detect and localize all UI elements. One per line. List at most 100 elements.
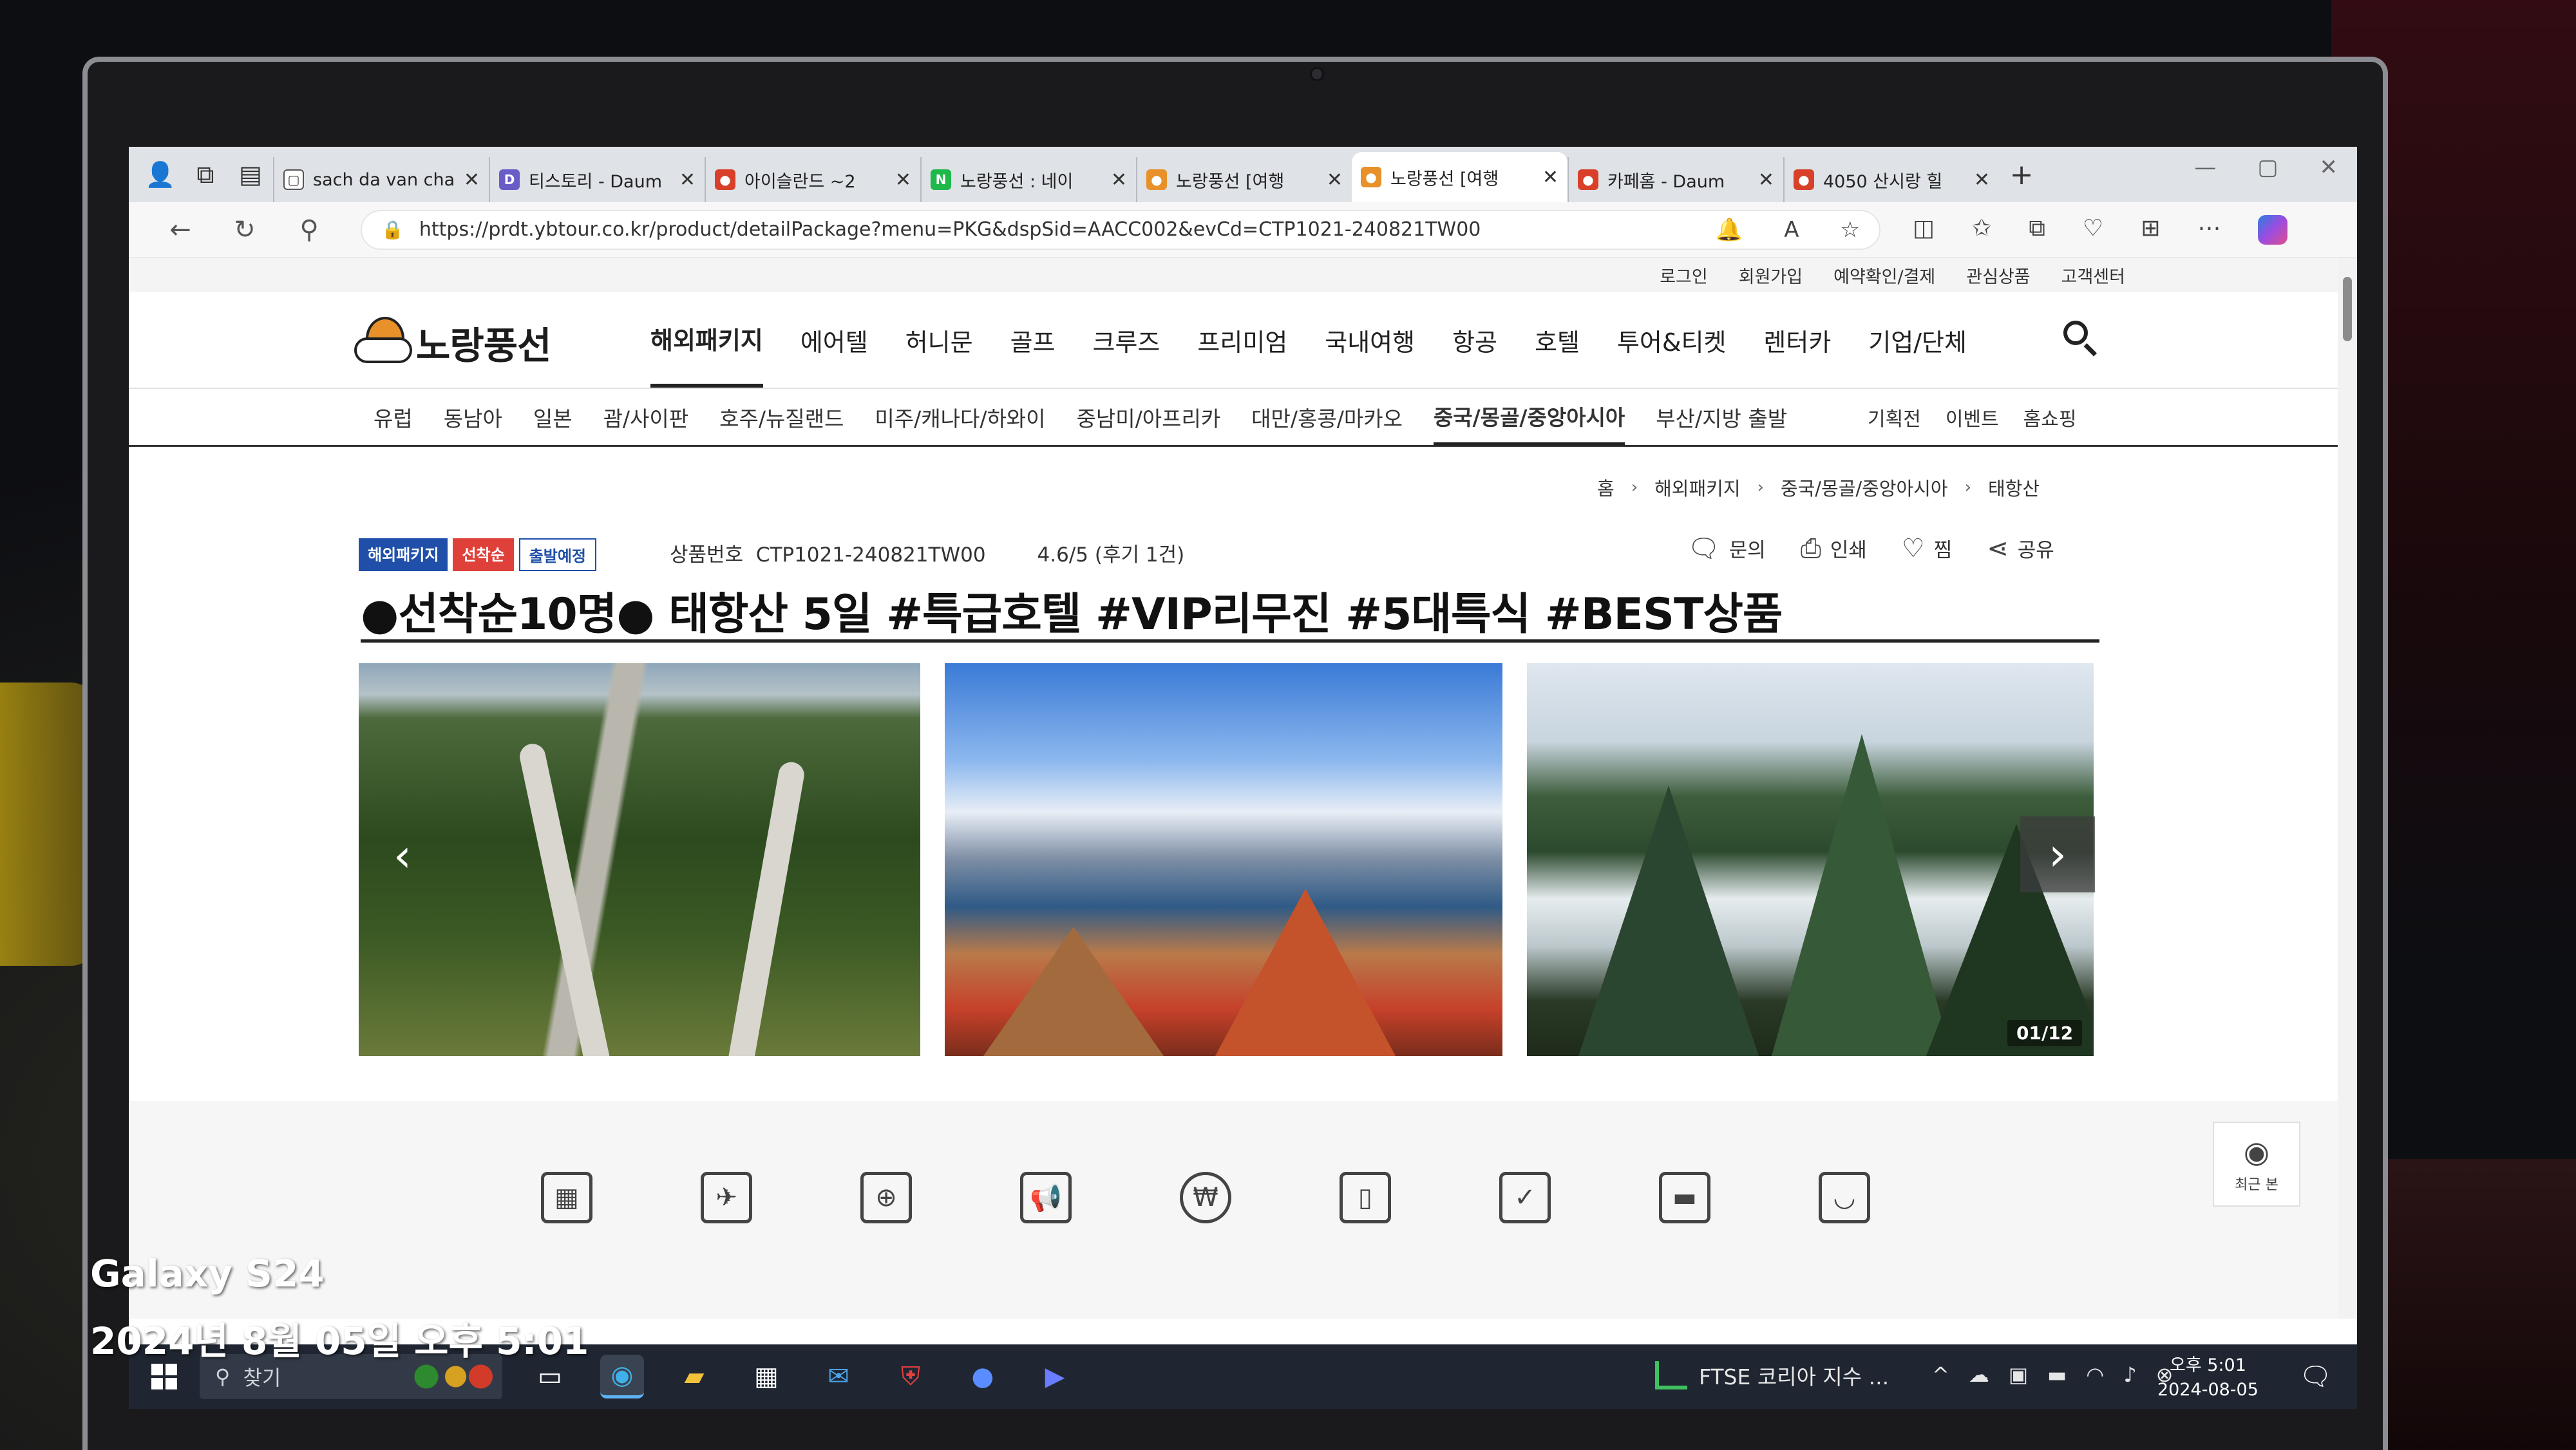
product-action-heart[interactable]: ♡ 찜	[1902, 534, 1952, 563]
performance-icon[interactable]: ♡	[2083, 215, 2103, 245]
browser-tab[interactable]: ● 4050 산시랑 힐 ✕	[1783, 157, 1999, 202]
breadcrumb-item[interactable]: 해외패키지	[1654, 474, 1740, 501]
shield-icon[interactable]: ✓	[1499, 1172, 1551, 1223]
main-menu-item[interactable]: 해외패키지	[650, 292, 763, 388]
recently-viewed-button[interactable]: ◉ 최근 본	[2213, 1122, 2300, 1207]
workspaces-icon[interactable]: ⧉	[183, 152, 228, 197]
main-menu-item[interactable]: 렌터카	[1763, 323, 1831, 358]
battery-icon[interactable]: ▬	[2047, 1362, 2067, 1387]
main-menu-item[interactable]: 국내여행	[1325, 323, 1415, 358]
star-icon[interactable]: ☆	[1841, 217, 1860, 243]
display-icon[interactable]: ▣	[2009, 1362, 2028, 1387]
clock[interactable]: 오후 5:01 2024-08-05	[2157, 1353, 2259, 1402]
passport-icon[interactable]: ⊕	[860, 1172, 912, 1223]
region-item[interactable]: 대만/홍콩/마카오	[1251, 402, 1403, 433]
search-icon[interactable]: ⚲	[277, 215, 341, 245]
news-widget[interactable]: FTSE 코리아 지수 ...	[1655, 1360, 1889, 1391]
refresh-icon[interactable]: ↻	[213, 215, 277, 245]
region-item[interactable]: 중국/몽골/중앙아시아	[1433, 389, 1625, 446]
main-menu-item[interactable]: 허니문	[905, 323, 973, 358]
cloud-icon[interactable]: ☁	[1969, 1362, 1989, 1387]
site-search-icon[interactable]	[2061, 318, 2099, 357]
new-tab-button[interactable]: +	[1999, 158, 2044, 191]
wifi-icon[interactable]: ◠	[2086, 1362, 2104, 1387]
tab-close-icon[interactable]: ✕	[1758, 169, 1774, 191]
main-menu-item[interactable]: 크루즈	[1093, 323, 1160, 358]
tab-close-icon[interactable]: ✕	[1327, 169, 1343, 191]
gallery-next-icon[interactable]: ›	[2020, 816, 2095, 892]
calendar-icon[interactable]: ▦	[541, 1172, 592, 1223]
collections-icon[interactable]: ⧉	[2029, 215, 2045, 245]
region-item[interactable]: 미주/캐나다/하와이	[875, 402, 1045, 433]
promo-link[interactable]: 이벤트	[1946, 403, 1999, 431]
guide-icon[interactable]: ▯	[1340, 1172, 1391, 1223]
lock-icon[interactable]: 🔒	[381, 219, 404, 240]
favorites-icon[interactable]: ✩	[1972, 215, 1991, 245]
split-screen-icon[interactable]: ◫	[1913, 215, 1935, 245]
start-button[interactable]	[129, 1364, 200, 1389]
security-app-icon[interactable]: ⛨	[889, 1355, 933, 1398]
media-app-icon[interactable]: ▶	[1033, 1355, 1077, 1398]
region-item[interactable]: 호주/뉴질랜드	[719, 402, 844, 433]
main-menu-item[interactable]: 기업/단체	[1868, 323, 1967, 358]
browser-tab[interactable]: ● 아이슬란드 ~2 ✕	[705, 157, 920, 202]
more-icon[interactable]: ⋯	[2197, 215, 2221, 245]
airplane-icon[interactable]: ✈	[701, 1172, 752, 1223]
volume-icon[interactable]: ♪	[2123, 1362, 2136, 1387]
page-scrollbar[interactable]	[2338, 258, 2357, 1319]
browser-tab[interactable]: ▢ sach da van cha ✕	[273, 157, 489, 202]
breadcrumb-item[interactable]: 중국/몽골/중앙아시아	[1781, 474, 1948, 501]
region-item[interactable]: 동남아	[444, 402, 502, 433]
main-menu-item[interactable]: 골프	[1010, 323, 1056, 358]
copilot-icon[interactable]	[2258, 214, 2288, 245]
edge-icon[interactable]: ◉	[600, 1355, 644, 1398]
address-bar[interactable]: 🔒 https://prdt.ybtour.co.kr/product/deta…	[361, 209, 1880, 250]
product-action-print[interactable]: ⎙ 인쇄	[1801, 534, 1867, 563]
tab-close-icon[interactable]: ✕	[1111, 169, 1127, 191]
promo-link[interactable]: 홈쇼핑	[2023, 403, 2077, 431]
notification-icon[interactable]: 🗨	[2299, 1361, 2332, 1391]
browser-tab[interactable]: D 티스토리 - Daum ✕	[489, 157, 705, 202]
file-explorer-icon[interactable]: ▰	[672, 1355, 716, 1398]
breadcrumb-item[interactable]: 태항산	[1988, 474, 2040, 501]
region-item[interactable]: 괌/사이판	[603, 402, 689, 433]
tab-close-icon[interactable]: ✕	[464, 169, 480, 191]
browser-tab[interactable]: ● 노랑풍선 [여행 ✕	[1136, 157, 1352, 202]
extensions-icon[interactable]: ⊞	[2141, 215, 2160, 245]
site-logo[interactable]: 노랑풍선	[354, 314, 551, 371]
gallery-photo-misty-peaks[interactable]	[1527, 663, 2094, 1056]
bell-icon[interactable]: 🔔	[1716, 217, 1743, 243]
browser-tab[interactable]: N 노랑풍선 : 네이 ✕	[920, 157, 1136, 202]
util-link[interactable]: 고객센터	[2061, 263, 2125, 288]
tab-close-icon[interactable]: ✕	[1974, 169, 1990, 191]
main-menu-item[interactable]: 항공	[1452, 323, 1497, 358]
main-menu-item[interactable]: 에어텔	[800, 323, 868, 358]
util-link[interactable]: 회원가입	[1739, 263, 1803, 288]
gallery-photo-autumn-cliffs[interactable]	[945, 663, 1502, 1056]
tab-close-icon[interactable]: ✕	[1542, 166, 1558, 189]
breadcrumb-item[interactable]: 홈	[1597, 474, 1615, 501]
promo-link[interactable]: 기획전	[1868, 403, 1921, 431]
region-item[interactable]: 일본	[533, 402, 573, 433]
main-menu-item[interactable]: 투어&티켓	[1617, 323, 1726, 358]
megaphone-icon[interactable]: 📢	[1020, 1172, 1072, 1223]
util-link[interactable]: 관심상품	[1966, 263, 2030, 288]
won-icon[interactable]: ₩	[1180, 1172, 1231, 1223]
main-menu-item[interactable]: 프리미엄	[1197, 323, 1287, 358]
gallery-photo-winding-road[interactable]	[359, 663, 920, 1056]
mail-icon[interactable]: ✉	[817, 1355, 860, 1398]
util-link[interactable]: 예약확인/결제	[1833, 263, 1935, 288]
read-aloud-icon[interactable]: A	[1784, 217, 1799, 243]
product-action-chat[interactable]: 🗨 문의	[1687, 533, 1766, 563]
search-app-icon[interactable]: ●	[961, 1355, 1005, 1398]
browser-tab[interactable]: ● 노랑풍선 [여행 ✕	[1352, 152, 1567, 202]
maximize-icon[interactable]: ▢	[2257, 155, 2278, 180]
bag-icon[interactable]: ◡	[1819, 1172, 1870, 1223]
close-icon[interactable]: ✕	[2320, 155, 2338, 180]
util-link[interactable]: 로그인	[1660, 263, 1708, 288]
region-item[interactable]: 부산/지방 출발	[1656, 402, 1787, 433]
store-icon[interactable]: ▦	[744, 1355, 788, 1398]
tab-close-icon[interactable]: ✕	[895, 169, 911, 191]
product-rating[interactable]: 4.6/5 (후기 1건)	[1037, 538, 1185, 567]
tab-close-icon[interactable]: ✕	[679, 169, 696, 191]
